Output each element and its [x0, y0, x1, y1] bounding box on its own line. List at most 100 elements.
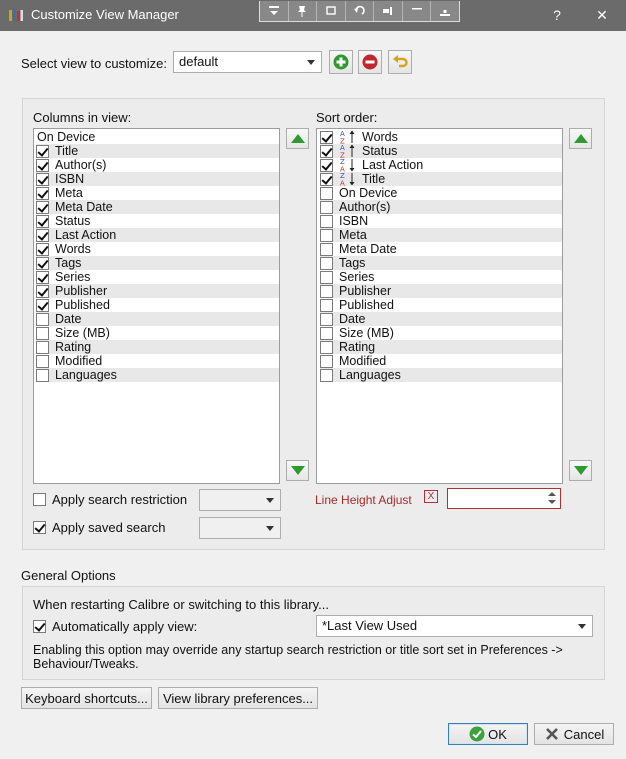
- checkbox[interactable]: [320, 214, 333, 228]
- columns-list-item[interactable]: Tags: [36, 256, 279, 270]
- columns-list-item[interactable]: On Device: [36, 130, 279, 144]
- columns-list-item[interactable]: Languages: [36, 368, 279, 382]
- columns-list-item[interactable]: Published: [36, 298, 279, 312]
- columns-list-item[interactable]: Last Action: [36, 228, 279, 242]
- checkbox[interactable]: [36, 298, 49, 312]
- sort-list-item[interactable]: Meta: [320, 228, 562, 242]
- checkbox[interactable]: [36, 186, 49, 200]
- auto-apply-view-combo[interactable]: *Last View Used: [316, 615, 593, 637]
- delete-view-button[interactable]: [358, 50, 382, 74]
- undo-view-button[interactable]: [388, 50, 412, 74]
- checkbox[interactable]: [36, 200, 49, 214]
- sort-list-item[interactable]: Publisher: [320, 284, 562, 298]
- sort-list-item[interactable]: Z A Title: [320, 172, 562, 186]
- columns-list-item[interactable]: Rating: [36, 340, 279, 354]
- toolstrip-menu-button[interactable]: [260, 1, 289, 21]
- ok-button[interactable]: OK: [448, 723, 528, 745]
- checkbox[interactable]: [36, 144, 49, 158]
- columns-list-item[interactable]: Meta Date: [36, 200, 279, 214]
- checkbox[interactable]: [320, 200, 333, 214]
- checkbox[interactable]: [320, 158, 333, 172]
- checkbox[interactable]: [36, 284, 49, 298]
- checkbox[interactable]: [36, 256, 49, 270]
- sort-list-item[interactable]: Rating: [320, 340, 562, 354]
- checkbox[interactable]: [320, 256, 333, 270]
- checkbox[interactable]: [36, 158, 49, 172]
- columns-list-item[interactable]: Modified: [36, 354, 279, 368]
- checkbox[interactable]: [36, 368, 49, 382]
- checkbox[interactable]: [320, 340, 333, 354]
- columns-list-item[interactable]: Series: [36, 270, 279, 284]
- toolstrip-undo-button[interactable]: [346, 1, 375, 21]
- auto-apply-checkbox[interactable]: Automatically apply view:: [33, 619, 197, 634]
- checkbox[interactable]: [320, 326, 333, 340]
- toolstrip-hide-button[interactable]: [431, 1, 459, 21]
- saved-search-combo[interactable]: [199, 517, 281, 539]
- sort-list-item[interactable]: Date: [320, 312, 562, 326]
- checkbox[interactable]: [36, 242, 49, 256]
- checkbox-box[interactable]: [33, 493, 46, 506]
- sort-list-item[interactable]: Series: [320, 270, 562, 284]
- checkbox[interactable]: [320, 284, 333, 298]
- line-height-spinbox[interactable]: [447, 488, 561, 509]
- checkbox[interactable]: [320, 354, 333, 368]
- keyboard-shortcuts-button[interactable]: Keyboard shortcuts...: [21, 687, 152, 709]
- sort-list-item[interactable]: A Z Words: [320, 130, 562, 144]
- columns-list-item[interactable]: Size (MB): [36, 326, 279, 340]
- columns-list-item[interactable]: Meta: [36, 186, 279, 200]
- checkbox[interactable]: [320, 242, 333, 256]
- toolstrip-dock-button[interactable]: [374, 1, 403, 21]
- columns-list-item[interactable]: Publisher: [36, 284, 279, 298]
- checkbox[interactable]: [36, 228, 49, 242]
- columns-list-item[interactable]: Status: [36, 214, 279, 228]
- checkbox[interactable]: [36, 270, 49, 284]
- checkbox[interactable]: [320, 144, 333, 158]
- sort-list-item[interactable]: Published: [320, 298, 562, 312]
- line-height-clear-button[interactable]: X: [424, 490, 438, 503]
- view-select-combo[interactable]: default: [173, 51, 322, 73]
- columns-move-down-button[interactable]: [286, 460, 309, 481]
- toolstrip-pin-button[interactable]: [289, 1, 318, 21]
- sort-list-item[interactable]: Z A Last Action: [320, 158, 562, 172]
- checkbox[interactable]: [320, 186, 333, 200]
- sort-move-up-button[interactable]: [569, 128, 592, 149]
- sort-list-item[interactable]: Size (MB): [320, 326, 562, 340]
- cancel-button[interactable]: Cancel: [534, 723, 614, 745]
- sort-list-item[interactable]: Modified: [320, 354, 562, 368]
- checkbox[interactable]: [320, 368, 333, 382]
- columns-move-up-button[interactable]: [286, 128, 309, 149]
- columns-list[interactable]: On Device Title Author(s) ISBN Meta Meta Date…: [33, 128, 280, 484]
- toolstrip-restore-button[interactable]: [317, 1, 346, 21]
- checkbox-box[interactable]: [33, 521, 46, 534]
- sort-list-item[interactable]: ISBN: [320, 214, 562, 228]
- sort-list-item[interactable]: Languages: [320, 368, 562, 382]
- checkbox[interactable]: [36, 312, 49, 326]
- columns-list-item[interactable]: Title: [36, 144, 279, 158]
- checkbox[interactable]: [320, 228, 333, 242]
- checkbox[interactable]: [320, 172, 333, 186]
- checkbox[interactable]: [320, 312, 333, 326]
- checkbox[interactable]: [320, 270, 333, 284]
- checkbox[interactable]: [36, 326, 49, 340]
- help-button[interactable]: ?: [544, 5, 570, 25]
- columns-list-item[interactable]: Author(s): [36, 158, 279, 172]
- checkbox[interactable]: [36, 354, 49, 368]
- checkbox[interactable]: [36, 340, 49, 354]
- view-library-preferences-button[interactable]: View library preferences...: [158, 687, 318, 709]
- sort-move-down-button[interactable]: [569, 460, 592, 481]
- apply-saved-search-checkbox[interactable]: Apply saved search: [33, 520, 165, 535]
- checkbox[interactable]: [320, 130, 333, 144]
- sort-list-item[interactable]: Tags: [320, 256, 562, 270]
- checkbox-box[interactable]: [33, 620, 46, 633]
- search-restriction-combo[interactable]: [199, 489, 281, 511]
- columns-list-item[interactable]: ISBN: [36, 172, 279, 186]
- toolstrip-minimize-button[interactable]: [403, 1, 432, 21]
- sort-list-item[interactable]: Author(s): [320, 200, 562, 214]
- sort-list-item[interactable]: A Z Status: [320, 144, 562, 158]
- add-view-button[interactable]: [329, 50, 353, 74]
- sort-list-item[interactable]: Meta Date: [320, 242, 562, 256]
- title-bar[interactable]: Customize View Manager ? ✕: [0, 0, 626, 31]
- checkbox[interactable]: [36, 214, 49, 228]
- spin-down-button[interactable]: [545, 498, 559, 507]
- checkbox[interactable]: [320, 298, 333, 312]
